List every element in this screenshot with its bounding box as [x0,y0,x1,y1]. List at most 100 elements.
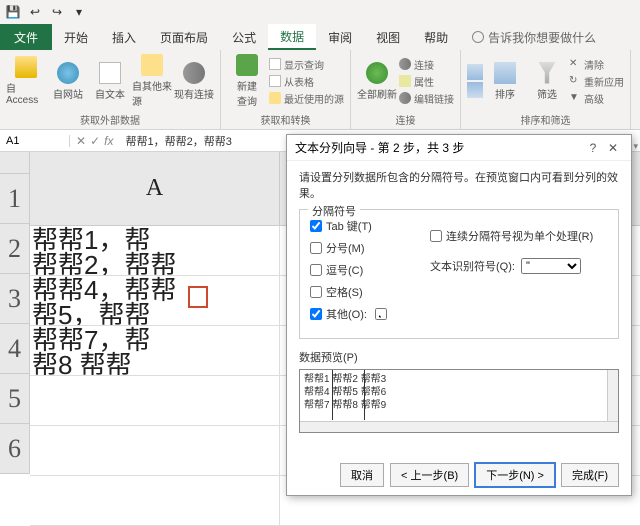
consecutive-label: 连续分隔符号视为单个处理(R) [446,228,593,244]
dialog-buttons: 取消 < 上一步(B) 下一步(N) > 完成(F) [287,455,631,495]
qat-more-icon[interactable]: ▾ [70,3,88,21]
space-checkbox[interactable]: 空格(S) [310,284,608,300]
reapply-icon: ↻ [569,75,581,87]
dialog-title: 文本分列向导 - 第 2 步，共 3 步 [295,139,464,156]
connections-item[interactable]: 连接 [399,57,454,72]
tab-formulas[interactable]: 公式 [220,24,268,50]
preview-row-2: 帮帮4 帮帮5 帮帮6 [304,386,614,399]
cancel-icon[interactable]: ✕ [76,134,86,148]
cell-a3[interactable]: 帮帮7，帮帮8 帮帮 [30,326,280,375]
from-access-button[interactable]: 自 Access [6,52,46,110]
filter-options: ✕清除 ↻重新应用 ▼高级 [569,52,624,110]
qualifier-row: 文本识别符号(Q): " [430,258,593,274]
reapply-filter[interactable]: ↻重新应用 [569,74,624,89]
ribbon: 自 Access 自网站 自文本 自其他来源 现有连接 获取外部数据 新建 查询… [0,50,640,130]
row-header-5[interactable]: 5 [0,374,29,424]
undo-icon[interactable]: ↩ [26,3,44,21]
consecutive-input[interactable] [430,230,442,242]
cell-a2[interactable]: 帮帮4，帮帮帮5，帮帮 [30,276,280,325]
advanced-filter[interactable]: ▼高级 [569,91,624,106]
formula-content[interactable]: 帮帮1，帮帮2，帮帮3 [119,133,237,149]
name-box[interactable]: A1 [0,135,70,147]
group-sort-filter: 排序 筛选 ✕清除 ↻重新应用 ▼高级 排序和筛选 [461,50,631,129]
tab-help[interactable]: 帮助 [412,24,460,50]
column-header-a[interactable]: A [30,152,280,225]
group-transform-label: 获取和转换 [227,110,344,129]
row-header-1[interactable]: 1 [0,174,29,224]
preview-hscrollbar[interactable] [300,421,618,432]
help-button[interactable]: ? [583,141,603,155]
tab-home[interactable]: 开始 [52,24,100,50]
cell-a4[interactable] [30,376,280,425]
delimiters-fieldset: 分隔符号 Tab 键(T) 分号(M) 逗号(C) 空格(S) 其他(O): 连… [299,209,619,339]
redo-icon[interactable]: ↪ [48,3,66,21]
other-delimiter-field[interactable] [375,308,387,320]
space-input[interactable] [310,286,322,298]
other-input[interactable] [310,308,322,320]
finish-button[interactable]: 完成(F) [561,463,619,487]
consecutive-checkbox[interactable]: 连续分隔符号视为单个处理(R) [430,228,593,244]
fx-icon[interactable]: fx [104,134,113,148]
new-query-button[interactable]: 新建 查询 [227,52,267,110]
from-table[interactable]: 从表格 [269,74,344,89]
tab-insert[interactable]: 插入 [100,24,148,50]
from-other-button[interactable]: 自其他来源 [132,52,172,110]
cancel-button[interactable]: 取消 [340,463,384,487]
query-icon [236,54,258,76]
other-label: 其他(O): [326,306,367,322]
close-icon[interactable]: ✕ [603,141,623,155]
file-icon [99,62,121,84]
refresh-all-button[interactable]: 全部刷新 [357,52,397,110]
row-header-4[interactable]: 4 [0,324,29,374]
row-header-3[interactable]: 3 [0,274,29,324]
qualifier-select[interactable]: " [521,258,581,274]
tab-view[interactable]: 视图 [364,24,412,50]
tab-input[interactable] [310,220,322,232]
row-header-2[interactable]: 2 [0,224,29,274]
tab-file[interactable]: 文件 [0,24,52,50]
preview-box: 帮帮1 帮帮2 帮帮3 帮帮4 帮帮5 帮帮6 帮帮7 帮帮8 帮帮9 [299,369,619,433]
from-web-button[interactable]: 自网站 [48,52,88,110]
edit-links-item[interactable]: 编辑链接 [399,91,454,106]
recent-sources[interactable]: 最近使用的源 [269,91,344,106]
refresh-label: 全部刷新 [357,86,397,101]
clear-filter[interactable]: ✕清除 [569,57,624,72]
show-queries[interactable]: 显示查询 [269,57,344,72]
enter-icon[interactable]: ✓ [90,134,100,148]
group-sort-label: 排序和筛选 [467,110,624,129]
semicolon-input[interactable] [310,242,322,254]
tab-data[interactable]: 数据 [268,24,316,50]
tab-review[interactable]: 审阅 [316,24,364,50]
dialog-body: 请设置分列数据所包含的分隔符号。在预览窗口内可看到分列的效果。 分隔符号 Tab… [287,161,631,455]
sort-desc-icon[interactable] [467,82,483,98]
next-button[interactable]: 下一步(N) > [475,463,555,487]
from-other-label: 自其他来源 [132,78,172,108]
cell-a5[interactable] [30,426,280,475]
expand-formula-icon[interactable]: ▾ [633,141,638,152]
properties-label: 属性 [414,74,434,89]
existing-conn-button[interactable]: 现有连接 [174,52,214,110]
sort-button[interactable]: 排序 [485,52,525,110]
back-button[interactable]: < 上一步(B) [390,463,469,487]
get-transform-list: 显示查询 从表格 最近使用的源 [269,52,344,110]
connections-list: 连接 属性 编辑链接 [399,52,454,110]
tab-layout[interactable]: 页面布局 [148,24,220,50]
save-icon[interactable]: 💾 [4,3,22,21]
comma-input[interactable] [310,264,322,276]
from-text-label: 自文本 [95,86,125,101]
filter-button[interactable]: 筛选 [527,52,567,110]
from-text-button[interactable]: 自文本 [90,52,130,110]
sort-icon [494,62,516,84]
preview-vscrollbar[interactable] [607,370,618,421]
cell-a3-line2: 帮8 帮帮 [32,350,132,375]
row-header-6[interactable]: 6 [0,424,29,474]
tell-me[interactable]: 告诉我你想要做什么 [460,24,608,50]
select-all-corner[interactable] [0,152,30,174]
pv-0-0: 帮帮1 [304,374,330,385]
sort-asc-icon[interactable] [467,64,483,80]
other-checkbox[interactable]: 其他(O): [310,306,608,322]
cell-a6[interactable] [30,476,280,525]
group-external-label: 获取外部数据 [6,110,214,129]
cell-a1[interactable]: 帮帮1，帮帮帮2，帮帮 [30,226,280,275]
properties-item[interactable]: 属性 [399,74,454,89]
